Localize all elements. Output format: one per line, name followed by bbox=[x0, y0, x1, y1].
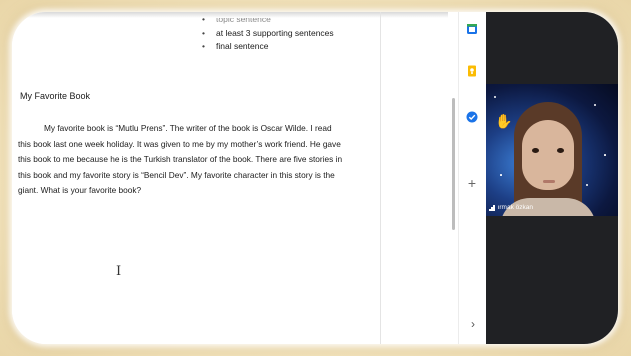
participant-name: ırmak özkan bbox=[497, 204, 533, 211]
document-title: My Favorite Book bbox=[20, 91, 91, 101]
star-decoration bbox=[500, 174, 502, 176]
text-cursor-icon: I bbox=[116, 264, 122, 279]
tasks-icon[interactable] bbox=[466, 110, 478, 123]
document-page[interactable]: topic sentence at least 3 supporting sen… bbox=[12, 12, 380, 344]
bullet-item: final sentence bbox=[202, 40, 334, 54]
star-decoration bbox=[586, 184, 588, 186]
add-icon[interactable]: + bbox=[466, 176, 478, 190]
star-decoration bbox=[604, 154, 606, 156]
participant-eye bbox=[557, 148, 564, 153]
screen-card: topic sentence at least 3 supporting sen… bbox=[12, 12, 618, 344]
document-paragraph: My favorite book is “Mutlu Prens”. The w… bbox=[18, 123, 343, 195]
raised-hand-icon: ✋ bbox=[495, 113, 513, 129]
audio-signal-icon bbox=[489, 204, 496, 211]
calendar-icon[interactable] bbox=[466, 22, 478, 34]
scrollbar-thumb[interactable] bbox=[452, 98, 455, 230]
bullet-item: at least 3 supporting sentences bbox=[202, 27, 334, 41]
page-edge-divider bbox=[380, 12, 381, 344]
participant-video-tile[interactable]: ✋ bbox=[486, 84, 618, 216]
star-decoration bbox=[494, 96, 496, 98]
bullet-list: topic sentence at least 3 supporting sen… bbox=[202, 13, 334, 54]
participant-mouth bbox=[543, 180, 555, 183]
expand-icon[interactable]: › bbox=[467, 318, 479, 330]
participant-name-tag: ırmak özkan bbox=[489, 204, 533, 211]
participant-eye bbox=[532, 148, 539, 153]
star-decoration bbox=[594, 104, 596, 106]
keep-icon[interactable] bbox=[466, 64, 478, 77]
